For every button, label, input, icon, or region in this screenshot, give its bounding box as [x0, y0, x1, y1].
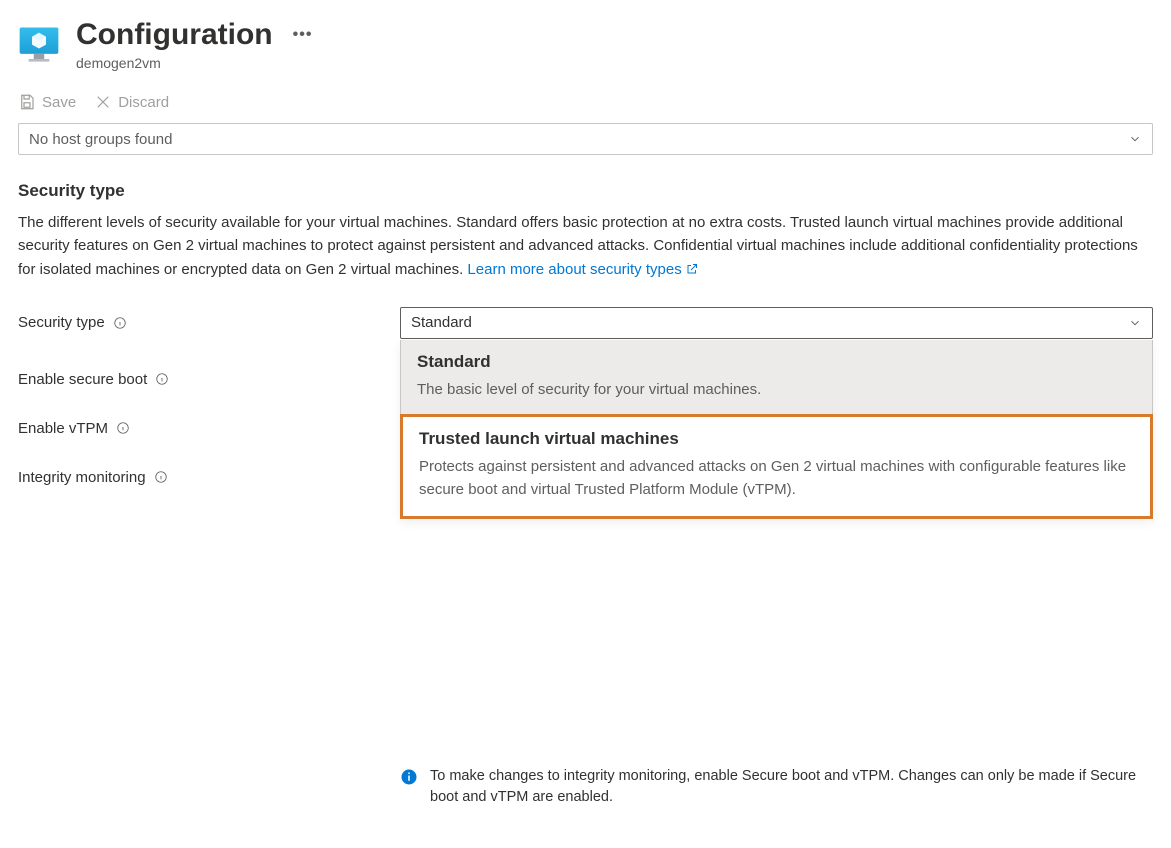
security-type-dropdown: Standard The basic level of security for…: [400, 340, 1153, 519]
info-icon[interactable]: [154, 470, 168, 484]
option-desc: Protects against persistent and advanced…: [419, 455, 1134, 502]
info-icon[interactable]: [155, 372, 169, 386]
save-button[interactable]: Save: [18, 93, 76, 111]
secure-boot-label: Enable secure boot: [18, 371, 147, 388]
integrity-monitoring-label: Integrity monitoring: [18, 469, 146, 486]
host-group-value: No host groups found: [29, 131, 172, 148]
security-type-label: Security type: [18, 314, 105, 331]
option-title: Trusted launch virtual machines: [419, 429, 1134, 449]
external-link-icon: [686, 263, 698, 275]
security-type-value: Standard: [411, 314, 472, 331]
info-icon[interactable]: [113, 316, 127, 330]
discard-button[interactable]: Discard: [94, 93, 169, 111]
security-type-select[interactable]: Standard Standard The basic level of sec…: [400, 307, 1153, 339]
close-icon: [94, 93, 112, 111]
resource-name: demogen2vm: [76, 55, 312, 71]
more-actions-button[interactable]: •••: [293, 26, 313, 44]
discard-label: Discard: [118, 94, 169, 111]
chevron-down-icon: [1128, 316, 1142, 330]
host-group-select[interactable]: No host groups found: [18, 123, 1153, 155]
dropdown-option-standard[interactable]: Standard The basic level of security for…: [401, 340, 1152, 415]
save-icon: [18, 93, 36, 111]
security-type-description: The different levels of security availab…: [18, 211, 1138, 281]
vtpm-label: Enable vTPM: [18, 420, 108, 437]
info-filled-icon: [400, 768, 418, 786]
option-desc: The basic level of security for your vir…: [417, 378, 1136, 401]
option-title: Standard: [417, 352, 1136, 372]
save-label: Save: [42, 94, 76, 111]
page-title: Configuration: [76, 18, 273, 51]
chevron-down-icon: [1128, 132, 1142, 146]
security-type-heading: Security type: [18, 181, 1153, 201]
info-icon[interactable]: [116, 421, 130, 435]
dropdown-option-trusted-launch[interactable]: Trusted launch virtual machines Protects…: [400, 414, 1153, 519]
vm-resource-icon: [18, 24, 60, 66]
learn-more-link[interactable]: Learn more about security types: [467, 258, 697, 281]
